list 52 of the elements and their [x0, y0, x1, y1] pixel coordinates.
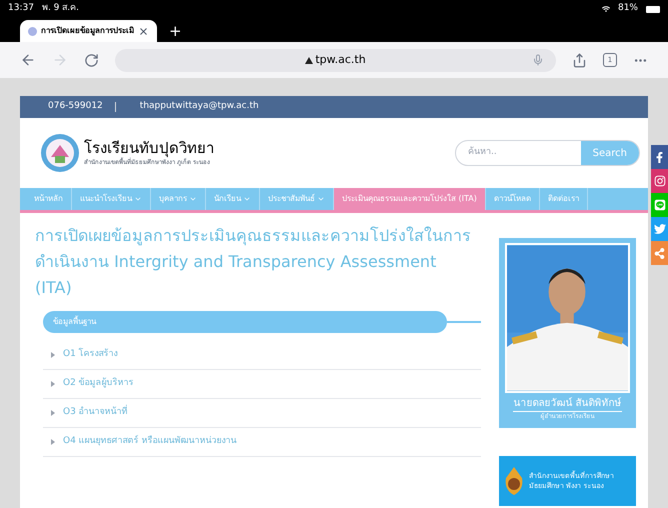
page-title: การเปิดเผยข้อมูลการประเมินคุณธรรมและความโปร่งใสในการดำเนินงาน Intergrity and Transparency Assessment (ITA): [35, 225, 472, 299]
social-button[interactable]: [651, 169, 668, 193]
school-name: โรงเรียนทับปุดวิทยา: [84, 139, 214, 158]
nav-item[interactable]: บุคลากร: [151, 188, 206, 210]
browser-tab[interactable]: การเปิดเผยข้อมูลการประเมิ: [20, 20, 157, 42]
caret-icon: [51, 410, 55, 416]
date: พ. 9 ส.ค.: [42, 2, 79, 16]
item-label: O1 โครงสร้าง: [63, 348, 118, 362]
accordion-item[interactable]: O2 ข้อมูลผู้บริหาร: [43, 370, 481, 399]
bird-icon: [654, 223, 666, 235]
item-label: O4 แผนยุทธศาสตร์ หรือแผนพัฒนาหน่วยงาน: [63, 435, 237, 448]
address-bar[interactable]: tpw.ac.th: [115, 48, 556, 72]
phone-number: 076-599012: [48, 100, 103, 114]
new-tab-button[interactable]: +: [169, 20, 182, 42]
chat-bubble-icon: [654, 199, 666, 211]
instagram-icon: [654, 175, 666, 187]
back-icon[interactable]: [20, 52, 36, 68]
favicon: [28, 26, 37, 36]
caret-icon: [51, 381, 55, 387]
caret-icon: [51, 439, 55, 445]
tab-title: การเปิดเผยข้อมูลการประเมิ: [41, 25, 134, 37]
clock: 13:37: [8, 2, 34, 16]
school-logo: [40, 133, 80, 173]
wifi-icon: [602, 5, 610, 13]
caret-icon: [51, 352, 55, 358]
social-button[interactable]: [651, 145, 668, 169]
item-label: O3 อำนาจหน้าที่: [63, 406, 128, 420]
nav-item[interactable]: ติดต่อเรา: [540, 188, 588, 210]
search-button[interactable]: Search: [580, 141, 639, 165]
url-text: tpw.ac.th: [315, 52, 366, 68]
item-label: O2 ข้อมูลผู้บริหาร: [63, 377, 134, 390]
email-address: thapputwittaya@tpw.ac.th: [140, 100, 259, 114]
emblem-icon: [503, 466, 525, 496]
battery-level: 81%: [618, 2, 638, 16]
nav-item[interactable]: ดาวน์โหลด: [486, 188, 540, 210]
accordion-item[interactable]: O1 โครงสร้าง: [43, 341, 481, 370]
accordion-item[interactable]: O4 แผนยุทธศาสตร์ หรือแผนพัฒนาหน่วยงาน: [43, 428, 481, 457]
nav-item[interactable]: นักเรียน: [206, 188, 260, 210]
nav-item[interactable]: ประเมินคุณธรรมและความโปร่งใส (ITA): [334, 188, 486, 210]
battery-icon: [646, 6, 660, 12]
nav-item[interactable]: แนะนำโรงเรียน: [72, 188, 151, 210]
accordion-item[interactable]: O3 อำนาจหน้าที่: [43, 399, 481, 428]
section-header: ข้อมูลพื้นฐาน: [43, 311, 447, 333]
share-icon: [654, 248, 665, 258]
facebook-icon: [654, 152, 665, 162]
reload-icon[interactable]: [84, 52, 99, 68]
director-name: นายดลยวัฒน์ สันติพิทักษ์: [513, 396, 622, 412]
search-field[interactable]: ค้นหา.. Search: [455, 140, 640, 166]
close-icon[interactable]: [138, 26, 149, 36]
share-icon[interactable]: [572, 52, 587, 68]
nav-item[interactable]: หน้าหลัก: [26, 188, 72, 210]
social-button[interactable]: [651, 217, 668, 241]
